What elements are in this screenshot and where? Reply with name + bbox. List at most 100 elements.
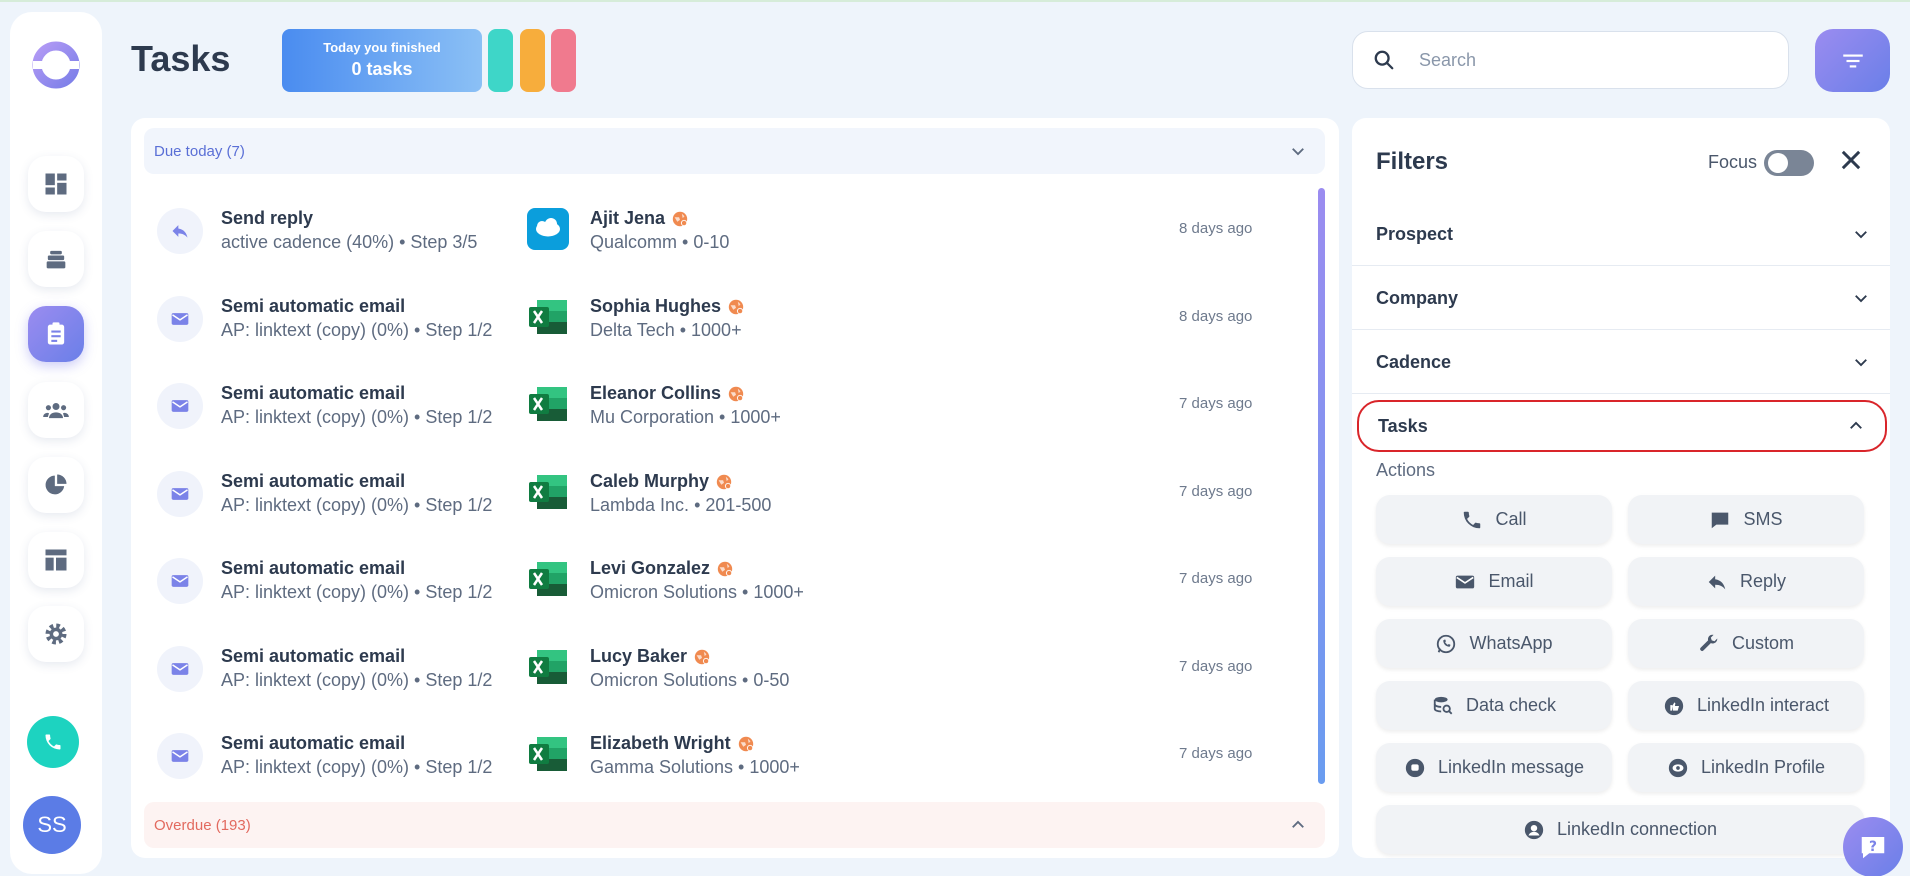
excel-icon (529, 300, 567, 334)
action-linkedin-connection-button[interactable]: LinkedIn connection (1376, 805, 1864, 854)
action-sms-button[interactable]: SMS (1628, 495, 1864, 544)
task-row[interactable]: Semi automatic email AP: linktext (copy)… (155, 725, 1305, 793)
task-row[interactable]: Semi automatic email AP: linktext (copy)… (155, 375, 1305, 443)
help-chat-icon: ? (1861, 837, 1885, 859)
search-input[interactable] (1419, 49, 1739, 71)
timezone-globe-icon (694, 649, 710, 664)
section-due-today[interactable]: Due today (7) (144, 128, 1325, 174)
excel-icon (529, 737, 567, 771)
contact-name[interactable]: Caleb Murphy (590, 471, 733, 492)
phone-icon (1464, 511, 1481, 528)
task-row[interactable]: Semi automatic email AP: linktext (copy)… (155, 463, 1305, 531)
contact-name-text: Eleanor Collins (590, 383, 722, 403)
nav-templates[interactable] (28, 532, 84, 588)
action-linkedin-interact-button[interactable]: LinkedIn interact (1628, 681, 1864, 730)
nav-settings[interactable] (28, 606, 84, 662)
envelope-icon (171, 313, 189, 325)
contact-company: Qualcomm • 0-10 (590, 232, 730, 252)
nav-tasks[interactable] (28, 306, 84, 362)
contact-name[interactable]: Ajit Jena (590, 208, 689, 229)
action-whatsapp-button[interactable]: WhatsApp (1376, 619, 1612, 668)
filter-section-label: Tasks (1378, 415, 1428, 436)
section-due-label: Due today (7) (154, 142, 245, 160)
app-logo-icon[interactable] (29, 38, 83, 92)
action-linkedin-message-button[interactable]: LinkedIn message (1376, 743, 1612, 792)
nav-contacts[interactable] (28, 382, 84, 438)
nav-reports[interactable] (28, 457, 84, 513)
focus-toggle[interactable] (1764, 150, 1814, 176)
progress-pill-pink (551, 29, 576, 92)
task-time: 7 days ago (1179, 483, 1253, 500)
page-title: Tasks (131, 38, 231, 79)
task-time: 7 days ago (1179, 395, 1253, 412)
action-linkedin-profile-button[interactable]: LinkedIn Profile (1628, 743, 1864, 792)
chevron-down-icon (1855, 231, 1867, 239)
action-email-button[interactable]: Email (1376, 557, 1612, 606)
task-time: 8 days ago (1179, 308, 1253, 325)
filter-section-tasks[interactable]: Tasks (1357, 400, 1887, 452)
actions-label: Actions (1376, 460, 1436, 480)
help-button[interactable]: ? (1843, 817, 1903, 876)
section-overdue[interactable]: Overdue (193) (144, 802, 1325, 848)
database-search-icon (1433, 696, 1453, 714)
scrollbar[interactable] (1318, 188, 1325, 784)
contact-name[interactable]: Eleanor Collins (590, 383, 745, 404)
search-box[interactable] (1352, 31, 1789, 89)
reply-icon (1708, 575, 1726, 589)
action-reply-button[interactable]: Reply (1628, 557, 1864, 606)
action-label: Custom (1731, 633, 1794, 653)
action-call-button[interactable]: Call (1376, 495, 1612, 544)
action-label: Email (1488, 571, 1534, 591)
task-row[interactable]: Semi automatic email AP: linktext (copy)… (155, 638, 1305, 706)
filter-section-prospect[interactable]: Prospect (1352, 203, 1890, 266)
progress-pill-orange (520, 29, 545, 92)
filter-section-label: Company (1376, 287, 1459, 308)
task-type-icon (157, 383, 203, 429)
timezone-globe-icon (716, 474, 732, 489)
reply-icon (172, 225, 188, 238)
filters-panel: Filters Focus Prospect Company Cadence T… (1352, 118, 1890, 858)
contact-name-text: Elizabeth Wright (590, 733, 731, 753)
filter-button[interactable] (1815, 29, 1890, 92)
task-row[interactable]: Send reply active cadence (40%) • Step 3… (155, 200, 1305, 268)
filters-title: Filters (1376, 148, 1449, 175)
task-time: 7 days ago (1179, 570, 1253, 587)
envelope-icon (171, 488, 189, 500)
task-time: 7 days ago (1179, 658, 1253, 675)
task-title: Semi automatic email (221, 471, 406, 491)
chevron-down-icon (1292, 148, 1304, 156)
nav-dashboard[interactable] (28, 156, 84, 212)
user-avatar[interactable]: SS (23, 796, 81, 854)
task-row[interactable]: Semi automatic email AP: linktext (copy)… (155, 288, 1305, 356)
task-subtitle: AP: linktext (copy) (0%) • Step 1/2 (221, 495, 493, 515)
task-title: Semi automatic email (221, 558, 406, 578)
contact-name[interactable]: Sophia Hughes (590, 296, 745, 317)
nav-stack[interactable] (28, 231, 84, 287)
timezone-globe-icon (717, 561, 733, 576)
salesforce-icon (527, 208, 569, 250)
filter-section-company[interactable]: Company (1352, 267, 1890, 330)
contact-company: Gamma Solutions • 1000+ (590, 757, 800, 777)
action-data-check-button[interactable]: Data check (1376, 681, 1612, 730)
pie-chart-icon (45, 474, 67, 495)
task-subtitle: AP: linktext (copy) (0%) • Step 1/2 (221, 757, 493, 777)
layout-icon (45, 549, 67, 571)
action-label: WhatsApp (1469, 633, 1553, 653)
svg-text:?: ? (1869, 839, 1877, 855)
close-icon[interactable] (1837, 146, 1865, 174)
filter-section-cadence[interactable]: Cadence (1352, 331, 1890, 394)
excel-icon (529, 475, 567, 509)
chevron-up-icon (1850, 421, 1862, 429)
whatsapp-icon (1437, 634, 1456, 653)
contact-name[interactable]: Lucy Baker (590, 646, 711, 667)
action-custom-button[interactable]: Custom (1628, 619, 1864, 668)
task-subtitle: AP: linktext (copy) (0%) • Step 1/2 (221, 407, 493, 427)
focus-label: Focus (1708, 152, 1758, 172)
wrench-icon (1700, 634, 1718, 651)
contact-name[interactable]: Levi Gonzalez (590, 558, 734, 579)
contact-name[interactable]: Elizabeth Wright (590, 733, 755, 754)
task-subtitle: active cadence (40%) • Step 3/5 (221, 232, 478, 252)
task-subtitle: AP: linktext (copy) (0%) • Step 1/2 (221, 320, 493, 340)
task-row[interactable]: Semi automatic email AP: linktext (copy)… (155, 550, 1305, 618)
call-button[interactable] (27, 716, 79, 768)
